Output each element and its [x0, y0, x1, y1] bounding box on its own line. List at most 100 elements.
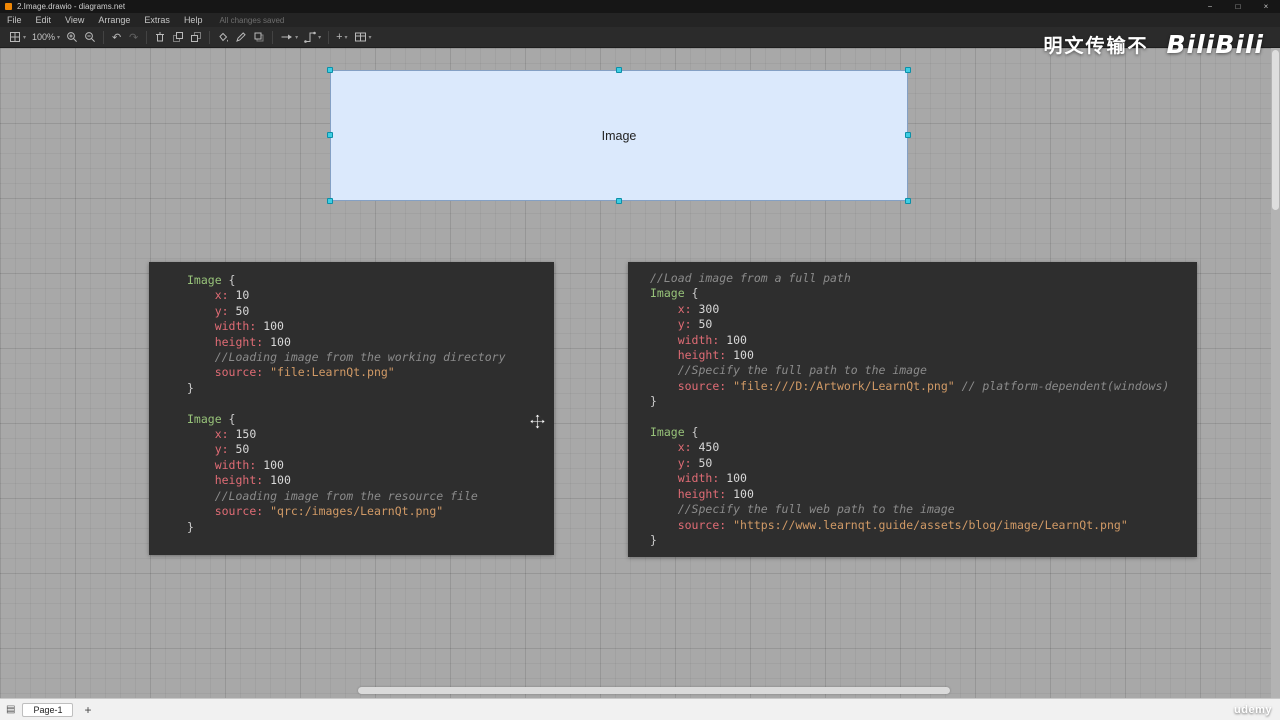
code-line: source: "file:///D:/Artwork/LearnQt.png"… [650, 379, 1189, 394]
code-line: //Load image from a full path [650, 271, 1189, 286]
code-token: } [650, 394, 657, 409]
selection-handle-se[interactable] [905, 198, 911, 204]
undo-button[interactable]: ↶ [108, 29, 125, 46]
menu-help[interactable]: Help [177, 15, 210, 25]
menu-view[interactable]: View [58, 15, 91, 25]
maximize-button[interactable]: □ [1224, 0, 1252, 13]
selection-handle-sw[interactable] [327, 198, 333, 204]
horizontal-scrollbar[interactable] [358, 687, 950, 694]
delete-button[interactable] [151, 29, 169, 46]
code-token: 300 [698, 301, 720, 316]
code-line: Image { [650, 425, 1189, 440]
plus-icon: + [336, 31, 343, 43]
toolbar-separator [146, 30, 148, 44]
code-token: width: [677, 332, 720, 347]
line-color-button[interactable] [232, 29, 250, 46]
menu-arrange[interactable]: Arrange [91, 15, 137, 25]
diagram-canvas[interactable]: Image Image { x: 10 y: 50 width: 100 hei… [0, 48, 1280, 698]
code-line: y: 50 [187, 304, 546, 319]
code-token: //Load image from a full path [650, 271, 851, 285]
close-button[interactable]: × [1252, 0, 1280, 13]
menu-extras[interactable]: Extras [137, 15, 177, 25]
image-shape[interactable]: Image [330, 70, 908, 201]
insert-button[interactable]: + ▾ [333, 29, 350, 46]
code-line: x: 150 [187, 427, 546, 442]
selection-handle-w[interactable] [327, 132, 333, 138]
redo-icon: ↷ [128, 31, 139, 44]
code-line: y: 50 [187, 442, 546, 457]
code-token: width: [677, 471, 720, 486]
code-token: // platform-dependent(windows) [961, 378, 1170, 393]
code-line: width: 100 [187, 458, 546, 473]
code-token: { [684, 286, 699, 301]
code-token: 50 [235, 303, 250, 318]
redo-button[interactable]: ↷ [125, 29, 142, 46]
waypoints-button[interactable]: ▾ [301, 29, 324, 46]
code-token: { [684, 425, 699, 440]
code-line: x: 450 [650, 440, 1189, 455]
menubar: File Edit View Arrange Extras Help All c… [0, 13, 1280, 27]
code-token: 150 [235, 427, 257, 442]
vertical-scrollbar-track[interactable] [1271, 48, 1280, 698]
toolbar: ▾ 100% ▾ ↶ ↷ ▾ ▾ + ▾ ▾ [0, 27, 1280, 48]
toolbar-separator [328, 30, 330, 44]
code-token: width: [214, 457, 257, 472]
table-button[interactable]: ▾ [351, 29, 375, 46]
bring-to-front-icon [173, 32, 184, 42]
selection-handle-n[interactable] [616, 67, 622, 73]
add-page-button[interactable]: + [80, 703, 95, 717]
minimize-button[interactable]: − [1196, 0, 1224, 13]
move-cursor-icon [529, 413, 546, 434]
code-token: source: [214, 365, 264, 380]
vertical-scrollbar-thumb[interactable] [1272, 50, 1279, 210]
code-token: 450 [698, 440, 720, 455]
code-token: x: [677, 301, 692, 316]
to-back-button[interactable] [187, 29, 205, 46]
code-line: height: 100 [187, 473, 546, 488]
app-icon [5, 3, 12, 10]
selection-handle-nw[interactable] [327, 67, 333, 73]
zoom-in-button[interactable] [63, 29, 81, 46]
code-token: //Loading image from the working directo… [214, 350, 506, 365]
pages-icon[interactable]: ▤ [6, 704, 15, 715]
menu-edit[interactable]: Edit [29, 15, 59, 25]
menu-file[interactable]: File [0, 15, 29, 25]
selection-handle-e[interactable] [905, 132, 911, 138]
code-shape-left[interactable]: Image { x: 10 y: 50 width: 100 height: 1… [149, 262, 554, 555]
shadow-button[interactable] [250, 29, 268, 46]
toolbar-separator [103, 30, 105, 44]
connection-button[interactable]: ▾ [277, 29, 301, 46]
zoom-out-button[interactable] [81, 29, 99, 46]
code-token: //Specify the full path to the image [677, 363, 927, 378]
code-token: width: [214, 319, 257, 334]
to-front-button[interactable] [169, 29, 187, 46]
view-button[interactable]: ▾ [6, 29, 29, 46]
code-token: source: [214, 504, 264, 519]
send-to-back-icon [191, 32, 202, 42]
code-token: 100 [270, 334, 291, 349]
selection-handle-s[interactable] [616, 198, 622, 204]
zoom-dropdown[interactable]: 100% ▾ [29, 29, 63, 46]
page-tab[interactable]: Page-1 [22, 702, 74, 717]
code-shape-right[interactable]: //Load image from a full path Image { x: … [628, 262, 1197, 557]
selection-handle-ne[interactable] [905, 67, 911, 73]
code-token: height: [677, 486, 727, 501]
code-line: y: 50 [650, 456, 1189, 471]
fill-color-button[interactable] [214, 29, 232, 46]
code-token: Image [650, 425, 685, 440]
view-grid-icon [10, 32, 20, 42]
code-token: y: [214, 303, 229, 318]
